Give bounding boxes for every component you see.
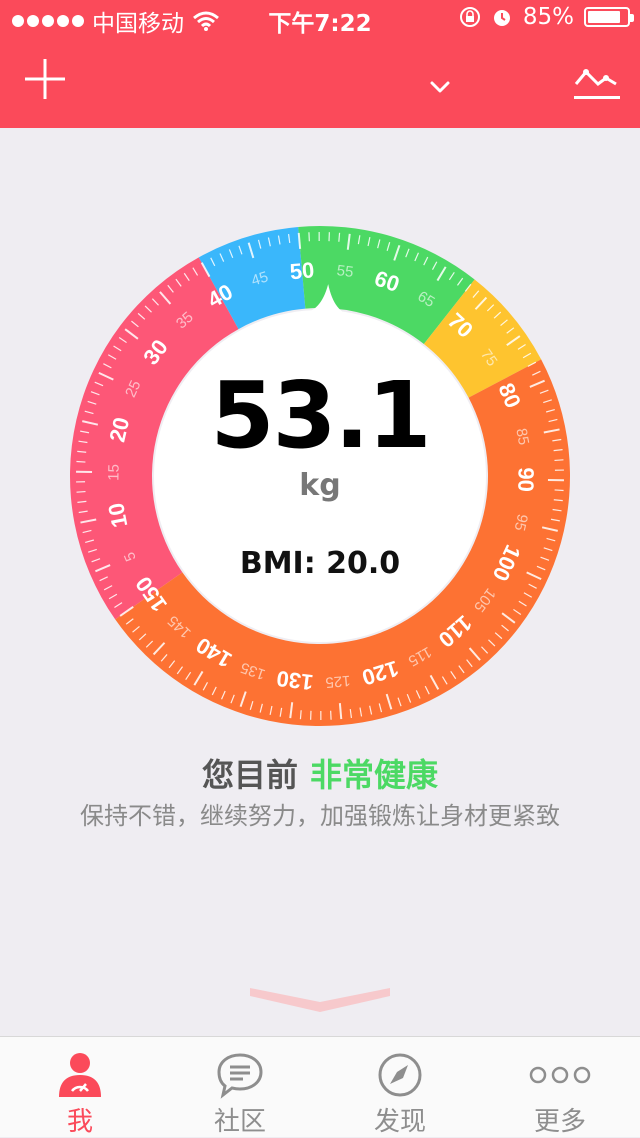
expand-details-button[interactable]	[250, 986, 390, 1014]
more-dots-icon	[528, 1051, 592, 1099]
tab-discover[interactable]: 发现	[320, 1037, 480, 1137]
advice-text: 保持不错，继续努力，加强锻炼让身材更紧致	[0, 796, 640, 831]
gauge-tick	[299, 233, 300, 249]
weight-dial: 1020304050607080901001101201301401505152…	[0, 0, 640, 1136]
tab-label: 发现	[320, 1101, 480, 1138]
gauge-label: 130	[275, 666, 314, 695]
chat-bubble-icon	[216, 1051, 264, 1099]
chevron-down-icon	[250, 986, 390, 1014]
health-status: 您目前非常健康	[0, 750, 640, 796]
bmi-value: BMI: 20.0	[0, 546, 640, 581]
tab-me[interactable]: 我	[0, 1037, 160, 1137]
profile-icon	[56, 1051, 104, 1099]
weight-value: 53.1	[0, 362, 640, 469]
tab-label: 社区	[160, 1101, 320, 1138]
compass-icon	[376, 1051, 424, 1099]
gauge-tick	[340, 703, 341, 719]
weight-unit: kg	[0, 468, 640, 503]
gauge-label: 55	[336, 262, 355, 281]
tab-bar: 我 社区 发现 更多	[0, 1036, 640, 1137]
status-prefix: 您目前	[202, 756, 298, 794]
gauge-label: 125	[325, 672, 351, 691]
gauge-label: 50	[289, 257, 316, 284]
status-label: 非常健康	[310, 756, 438, 794]
gauge-tick	[300, 710, 301, 719]
tab-community[interactable]: 社区	[160, 1037, 320, 1137]
tab-label: 我	[0, 1101, 160, 1138]
gauge-tick	[339, 233, 340, 242]
tab-label: 更多	[480, 1101, 640, 1138]
gauge-label: 10	[103, 501, 132, 530]
tab-more[interactable]: 更多	[480, 1037, 640, 1137]
